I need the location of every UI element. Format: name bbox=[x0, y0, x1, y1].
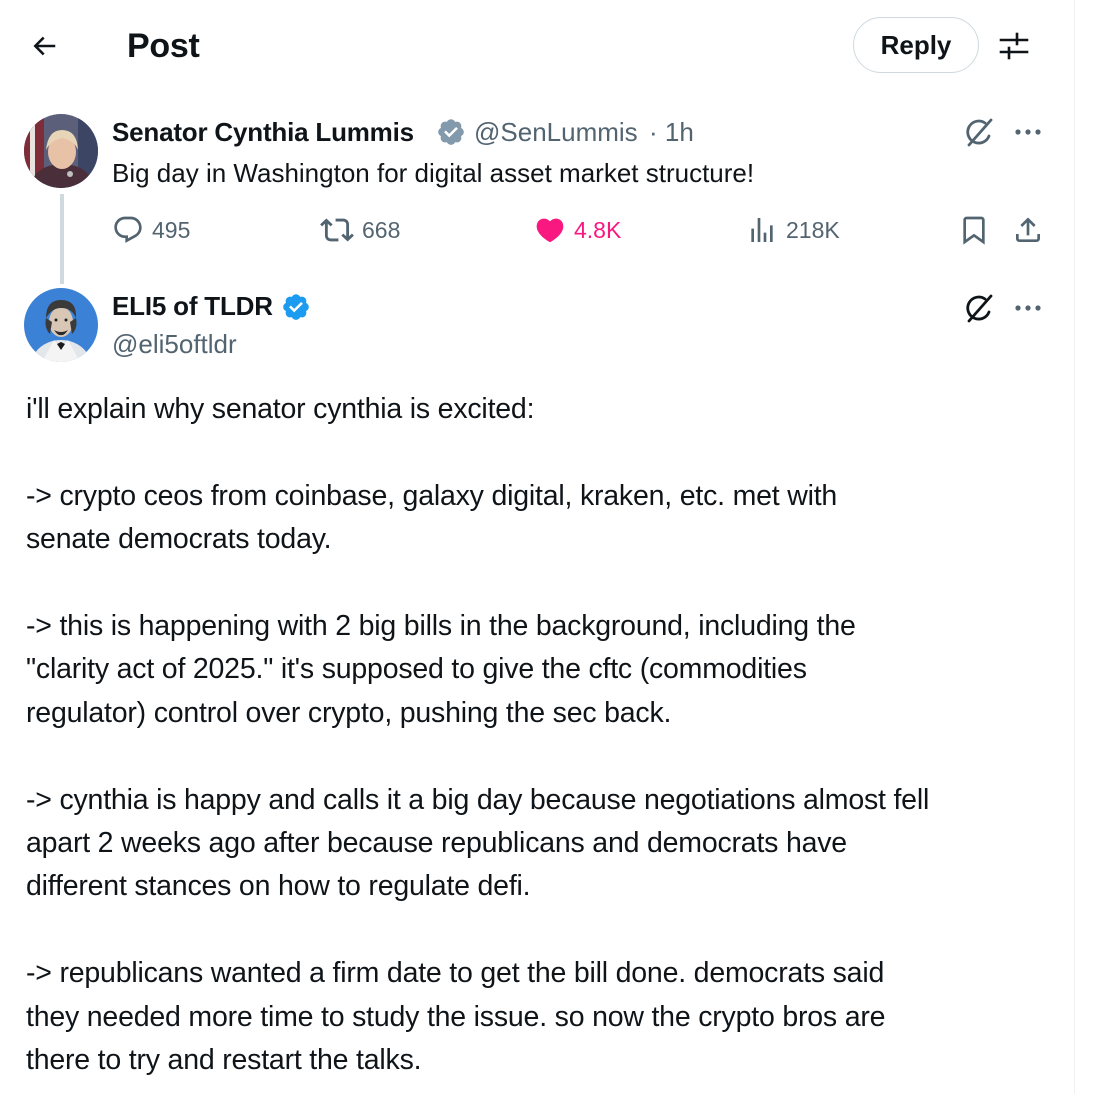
reply-more-button[interactable] bbox=[1010, 290, 1046, 326]
avatar-eli5oftldr[interactable] bbox=[24, 288, 98, 362]
bar-chart-icon bbox=[751, 218, 773, 242]
text-line: "clarity act of 2025." it's supposed to … bbox=[26, 653, 807, 686]
repost-count: 668 bbox=[362, 216, 401, 243]
verified-badge-gray-icon bbox=[438, 119, 464, 145]
paragraph-negotiations: -> cynthia is happy and calls it a big d… bbox=[26, 779, 1056, 909]
sliders-icon bbox=[999, 32, 1029, 60]
heart-icon bbox=[536, 218, 564, 243]
reply-count: 495 bbox=[152, 216, 191, 243]
text-line: i'll explain why senator cynthia is exci… bbox=[26, 393, 535, 425]
text-line: -> cynthia is happy and calls it a big d… bbox=[26, 783, 930, 816]
avatar-senlummis[interactable] bbox=[24, 114, 98, 188]
text-line: different stances on how to regulate def… bbox=[26, 870, 531, 903]
share-button[interactable] bbox=[1010, 212, 1046, 248]
settings-button[interactable] bbox=[994, 26, 1034, 66]
arrow-left-icon bbox=[33, 36, 56, 56]
reply-handle[interactable]: @eli5oftldr bbox=[112, 328, 237, 360]
text-line: they needed more time to study the issue… bbox=[26, 1000, 886, 1033]
verified-badge-blue-icon bbox=[283, 294, 309, 320]
share-upload-icon bbox=[1016, 217, 1040, 242]
page-header: Post Reply bbox=[0, 0, 1074, 92]
speech-bubble-icon bbox=[114, 216, 142, 243]
text-line: -> republicans wanted a firm date to get… bbox=[26, 957, 885, 990]
grok-slash-icon bbox=[966, 294, 993, 323]
views-action[interactable]: 218K bbox=[746, 212, 840, 248]
grok-button[interactable] bbox=[962, 114, 998, 150]
avatar-photo bbox=[24, 114, 98, 188]
reply-button[interactable]: Reply bbox=[853, 17, 979, 73]
repost-action[interactable]: 668 bbox=[320, 212, 400, 248]
reply-tweet-text: i'll explain why senator cynthia is exci… bbox=[26, 388, 1056, 1082]
parent-tweet-text: Big day in Washington for digital asset … bbox=[112, 158, 755, 188]
paragraph-talks: -> republicans wanted a firm date to get… bbox=[26, 952, 1056, 1082]
text-line: regulator) control over crypto, pushing … bbox=[26, 696, 672, 729]
grok-slash-icon bbox=[966, 118, 993, 147]
avatar-illustration bbox=[24, 288, 98, 362]
paragraph-ceos: -> crypto ceos from coinbase, galaxy dig… bbox=[26, 475, 1056, 562]
text-line: there to try and restart the talks. bbox=[26, 1044, 422, 1077]
parent-handle[interactable]: @SenLummis bbox=[474, 116, 638, 148]
paragraph-bills: -> this is happening with 2 big bills in… bbox=[26, 605, 1056, 735]
parent-more-button[interactable] bbox=[1010, 114, 1046, 150]
column-divider bbox=[1074, 0, 1075, 1094]
parent-timestamp[interactable]: · 1h bbox=[649, 116, 694, 148]
more-dots-icon bbox=[1015, 305, 1041, 311]
reply-grok-button[interactable] bbox=[962, 290, 998, 326]
like-count: 4.8K bbox=[574, 216, 622, 243]
repost-arrows-icon bbox=[320, 218, 354, 242]
parent-author-name[interactable]: Senator Cynthia Lummis bbox=[112, 116, 414, 148]
bookmark-button[interactable] bbox=[956, 212, 992, 248]
paragraph-intro: i'll explain why senator cynthia is exci… bbox=[26, 388, 1056, 431]
more-dots-icon bbox=[1015, 129, 1041, 135]
page-title: Post bbox=[127, 27, 200, 65]
back-button[interactable] bbox=[22, 24, 66, 68]
thread-connector bbox=[60, 194, 64, 284]
bookmark-icon bbox=[963, 216, 985, 245]
like-action[interactable]: 4.8K bbox=[534, 212, 621, 248]
reply-action[interactable]: 495 bbox=[112, 212, 190, 248]
reply-author-name[interactable]: ELI5 of TLDR bbox=[112, 290, 273, 322]
text-line: -> crypto ceos from coinbase, galaxy dig… bbox=[26, 479, 838, 512]
text-line: senate democrats today. bbox=[26, 523, 332, 556]
text-line: apart 2 weeks ago after because republic… bbox=[26, 827, 847, 860]
view-count: 218K bbox=[786, 216, 840, 243]
text-line: -> this is happening with 2 big bills in… bbox=[26, 610, 856, 642]
